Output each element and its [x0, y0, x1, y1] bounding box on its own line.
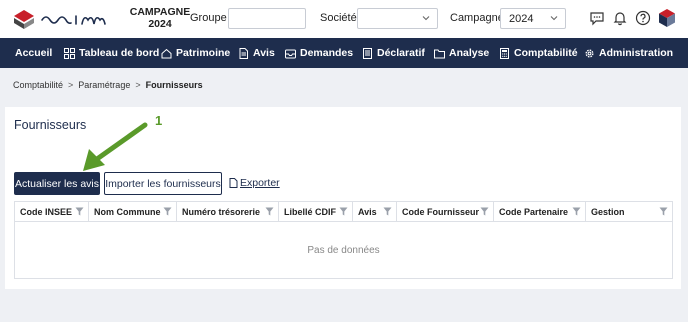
nav-administration[interactable]: Administration — [584, 38, 673, 68]
column-header-numero-tresorerie[interactable]: Numéro trésorerie — [177, 202, 279, 221]
help-icon[interactable] — [635, 10, 651, 26]
top-bar: uim CAMPAGNE 2024 Groupe : Société : Cam… — [0, 0, 688, 38]
filter-icon[interactable] — [265, 207, 274, 216]
import-fournisseurs-button[interactable]: Importer les fournisseurs — [104, 172, 222, 195]
nav-label: Accueil — [15, 47, 53, 59]
groupe-label: Groupe : — [190, 12, 233, 24]
nav-demandes[interactable]: Demandes — [285, 38, 353, 68]
uim-logo[interactable]: uim — [12, 8, 122, 30]
gear-icon — [585, 49, 594, 57]
empty-state-text: Pas de données — [307, 245, 380, 256]
column-header-code-fournisseur[interactable]: Code Fournisseur — [397, 202, 494, 221]
nav-declaratif[interactable]: Déclaratif — [362, 38, 425, 68]
nav-label: Analyse — [449, 47, 490, 59]
column-label: Avis — [358, 207, 377, 217]
column-label: Code Fournisseur — [402, 207, 480, 217]
nav-comptabilite[interactable]: Comptabilité — [499, 38, 578, 68]
campagne-select[interactable]: 2024 — [500, 8, 566, 29]
user-cube-icon[interactable] — [658, 8, 676, 28]
campagne-value: 2024 — [509, 13, 534, 25]
house-icon — [161, 48, 172, 58]
campagne-title: CAMPAGNE 2024 — [128, 6, 192, 30]
column-header-code-insee[interactable]: Code INSEE — [15, 202, 89, 221]
column-header-libelle-cdif[interactable]: Libellé CDIF — [279, 202, 353, 221]
filter-icon[interactable] — [75, 207, 84, 216]
nav-patrimoine[interactable]: Patrimoine — [161, 38, 230, 68]
export-document-icon — [229, 178, 238, 188]
breadcrumb-item-comptabilite[interactable]: Comptabilité — [13, 80, 63, 90]
column-label: Code INSEE — [20, 207, 73, 217]
filter-icon[interactable] — [163, 207, 172, 216]
nav-analyse[interactable]: Analyse — [434, 38, 489, 68]
column-header-gestion[interactable]: Gestion — [586, 202, 672, 221]
breadcrumb-separator: > — [68, 80, 74, 90]
column-header-nom-commune[interactable]: Nom Commune — [89, 202, 177, 221]
main-nav: Accueil Tableau de bord Patrimoine Avis … — [0, 38, 688, 68]
export-label: Exporter — [240, 177, 280, 189]
chevron-down-icon — [550, 16, 558, 21]
nav-label: Avis — [253, 47, 275, 59]
nav-label: Comptabilité — [514, 47, 578, 59]
chevron-down-icon — [422, 16, 430, 21]
annotation-number: 1 — [155, 113, 163, 128]
inbox-icon — [285, 49, 296, 58]
bell-icon[interactable] — [612, 10, 628, 26]
column-label: Libellé CDIF — [284, 207, 337, 217]
groupe-input[interactable] — [228, 8, 306, 29]
nav-label: Administration — [599, 47, 674, 59]
breadcrumb-item-fournisseurs: Fournisseurs — [145, 80, 203, 90]
grid-icon — [64, 47, 75, 59]
folder-icon — [434, 49, 445, 58]
breadcrumb-item-parametrage[interactable]: Paramétrage — [78, 80, 130, 90]
column-label: Gestion — [591, 207, 625, 217]
filter-icon[interactable] — [339, 207, 348, 216]
nav-tableau-de-bord[interactable]: Tableau de bord — [64, 38, 159, 68]
nav-label: Tableau de bord — [79, 47, 160, 59]
fournisseurs-table: Code INSEE Nom Commune Numéro trésorerie… — [14, 201, 673, 279]
breadcrumb-separator: > — [135, 80, 141, 90]
campagne-title-line2: 2024 — [148, 18, 172, 30]
nav-accueil[interactable]: Accueil — [15, 38, 52, 68]
document-icon — [239, 47, 248, 59]
nav-label: Déclaratif — [377, 47, 425, 59]
filter-icon[interactable] — [383, 207, 392, 216]
nav-label: Demandes — [300, 47, 354, 59]
breadcrumb: Comptabilité > Paramétrage > Fournisseurs — [13, 80, 203, 90]
column-header-code-partenaire[interactable]: Code Partenaire — [494, 202, 586, 221]
table-header: Code INSEE Nom Commune Numéro trésorerie… — [15, 202, 672, 222]
societe-select[interactable] — [357, 8, 438, 29]
column-header-avis[interactable]: Avis — [353, 202, 397, 221]
campagne-title-line1: CAMPAGNE — [129, 6, 191, 18]
column-label: Numéro trésorerie — [182, 207, 261, 217]
nav-avis[interactable]: Avis — [238, 38, 275, 68]
filter-icon[interactable] — [572, 207, 581, 216]
filter-icon[interactable] — [480, 207, 489, 216]
column-label: Nom Commune — [94, 207, 161, 217]
main-card: Fournisseurs 1 Actualiser les avis Impor… — [5, 107, 681, 289]
export-button[interactable]: Exporter — [229, 177, 280, 189]
form-icon — [363, 47, 372, 59]
filter-icon[interactable] — [659, 207, 668, 216]
annotation-arrow-icon — [83, 122, 148, 171]
calculator-icon — [500, 47, 509, 59]
column-label: Code Partenaire — [499, 207, 569, 217]
chat-icon[interactable] — [589, 10, 605, 26]
refresh-avis-button[interactable]: Actualiser les avis — [14, 172, 100, 195]
nav-label: Patrimoine — [176, 47, 231, 59]
